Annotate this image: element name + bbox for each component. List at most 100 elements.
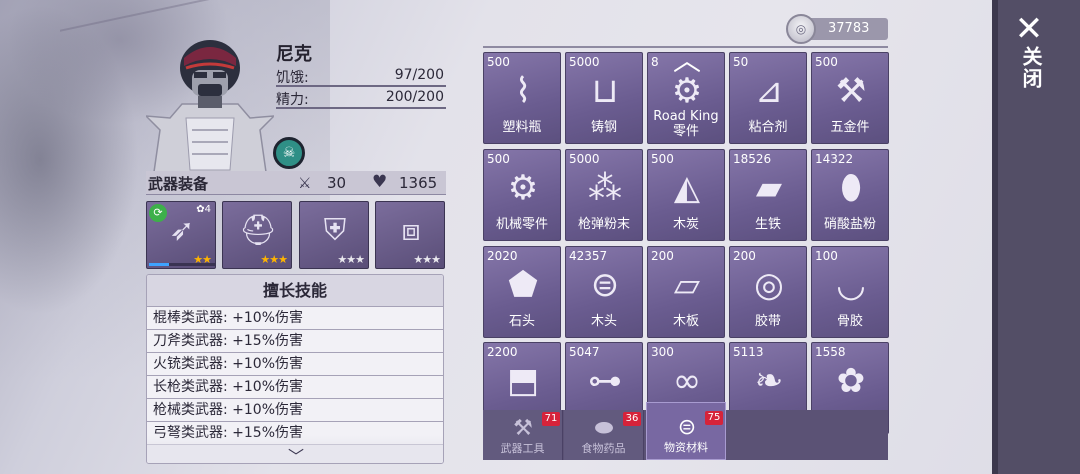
tab-count-badge: 36 (623, 412, 641, 426)
nitrate-powder-icon: ⬮ (840, 168, 862, 208)
tab-materials[interactable]: ⊜ 物资材料 75 (646, 402, 726, 460)
character-portrait (146, 40, 274, 172)
item-name: 五金件 (830, 120, 870, 135)
item-quantity: 1558 (815, 345, 846, 359)
durability-bar (149, 263, 215, 266)
inventory-item[interactable]: 5000 ⊔ 铸钢 (565, 52, 643, 144)
item-quantity: 500 (487, 152, 510, 166)
skills-panel[interactable]: 擅长技能 棍棒类武器: +10%伤害 刀斧类武器: +15%伤害 火铳类武器: … (146, 274, 444, 464)
close-icon[interactable]: ✕ (1014, 12, 1044, 46)
inventory-item[interactable]: 2020 ⬟ 石头 (483, 246, 561, 338)
inventory-item[interactable]: 200 ▱ 木板 (647, 246, 725, 338)
item-quantity: 200 (651, 249, 674, 263)
inventory-item[interactable]: 500 ⚙ 机械零件 (483, 149, 561, 241)
tape-icon: ◎ (754, 265, 784, 305)
item-name: 硝酸盐粉 (823, 217, 876, 232)
tab-label: 食物药品 (581, 442, 626, 455)
item-quantity: 5000 (569, 152, 600, 166)
herb-icon: ❧ (754, 361, 784, 401)
chevron-up-icon[interactable]: ︿ (667, 47, 707, 75)
currency-value: 37783 (828, 21, 870, 36)
slot-stars: ★★★ (413, 253, 441, 266)
hunger-stat: 饥饿: 97/200 (276, 65, 446, 87)
item-name: 木头 (590, 314, 617, 329)
item-name: 机械零件 (495, 217, 548, 232)
coin-icon: ◎ (786, 14, 816, 44)
item-quantity: 100 (815, 249, 838, 263)
inventory-item[interactable]: 500 ⌇ 塑料瓶 (483, 52, 561, 144)
item-quantity: 500 (487, 55, 510, 69)
item-name: 木炭 (672, 217, 699, 232)
materials-icon: ⊜ (677, 415, 697, 440)
inventory-item[interactable]: 50 ⊿ 粘合剂 (729, 52, 807, 144)
item-name: 木板 (672, 314, 699, 329)
close-panel-edge (992, 0, 998, 474)
equipment-slot-legs[interactable]: ⧈ ★★★ (375, 201, 445, 269)
hunger-label: 饥饿: (276, 70, 309, 86)
item-quantity: 300 (651, 345, 674, 359)
cast-steel-icon: ⊔ (591, 71, 619, 111)
inventory-item[interactable]: 14322 ⬮ 硝酸盐粉 (811, 149, 889, 241)
chest-armor-icon: ⛨ (323, 213, 347, 248)
hunger-value: 97/200 (394, 67, 444, 83)
item-quantity: 2020 (487, 249, 518, 263)
bow-icon: ➶ (169, 213, 195, 248)
item-quantity: 200 (733, 249, 756, 263)
tab-label: 武器工具 (500, 442, 545, 455)
bone-glue-icon: ◡ (836, 265, 866, 305)
gunpowder-icon: ⁂ (588, 168, 622, 208)
plastic-bottle-icon: ⌇ (514, 71, 532, 111)
leg-armor-icon: ⧈ (401, 213, 421, 248)
item-name: 胶带 (754, 314, 781, 329)
durability-fill (149, 263, 169, 266)
inventory-item[interactable]: 100 ◡ 骨胶 (811, 246, 889, 338)
item-name: 塑料瓶 (502, 120, 542, 135)
gear-parts-icon: ⚙ (507, 168, 539, 208)
equipment-slot-weapon[interactable]: ⟳ ✿4 ➶ ★★ (146, 201, 216, 269)
item-quantity: 50 (733, 55, 749, 69)
inventory-item[interactable]: 200 ◎ 胶带 (729, 246, 807, 338)
skill-row: 枪械类武器: +10%伤害 (147, 399, 443, 422)
food-medicine-icon: ⬬ (594, 416, 614, 441)
chevron-down-icon[interactable]: ﹀ (283, 443, 309, 463)
skill-row: 长枪类武器: +10%伤害 (147, 376, 443, 399)
skull-badge-icon[interactable]: ☠ (273, 137, 305, 169)
character-name: 尼克 (276, 44, 312, 65)
wood-plank-icon: ▱ (673, 265, 701, 305)
skill-row: 棍棒类武器: +10%伤害 (147, 307, 443, 330)
item-name: 骨胶 (836, 314, 863, 329)
inventory-item[interactable]: 42357 ⊜ 木头 (565, 246, 643, 338)
inventory-item[interactable]: 500 ◭ 木炭 (647, 149, 725, 241)
item-name: 粘合剂 (748, 120, 788, 135)
item-name: 生铁 (754, 217, 781, 232)
equipment-slot-chest[interactable]: ⛨ ★★★ (299, 201, 369, 269)
item-quantity: 14322 (815, 152, 854, 166)
tab-weapons-tools[interactable]: ⚒ 武器工具 71 (483, 410, 563, 460)
item-name: 枪弹粉末 (577, 217, 630, 232)
skill-row: 刀斧类武器: +15%伤害 (147, 330, 443, 353)
cloth-icon: ⬒ (506, 361, 540, 401)
item-quantity: 42357 (569, 249, 608, 263)
attack-value: 30 (327, 174, 347, 192)
inventory-item[interactable]: 18526 ▰ 生铁 (729, 149, 807, 241)
tab-count-badge: 71 (542, 412, 560, 426)
inventory-item[interactable]: 500 ⚒ 五金件 (811, 52, 889, 144)
wood-log-icon: ⊜ (590, 265, 620, 305)
health-value: 1365 (399, 174, 438, 192)
item-quantity: 8 (651, 55, 659, 69)
item-name: 铸钢 (590, 120, 617, 135)
pipe-icon: ⊶ (588, 361, 622, 401)
equipment-slot-helmet[interactable]: ⛑ ★★★ (222, 201, 292, 269)
tab-food-medicine[interactable]: ⬬ 食物药品 36 (564, 410, 644, 460)
item-name: Road King零件 (653, 109, 719, 139)
tab-count-badge: 75 (705, 411, 723, 425)
energy-label: 精力: (276, 92, 309, 108)
close-label[interactable]: 关闭 (1012, 46, 1046, 90)
inventory-item[interactable]: 5000 ⁂ 枪弹粉末 (565, 149, 643, 241)
sword-icon: ⚔ (298, 174, 312, 192)
close-panel[interactable]: ✕ 关闭 (992, 0, 1080, 474)
rope-icon: ∞ (672, 361, 702, 401)
item-quantity: 5047 (569, 345, 600, 359)
item-quantity: 2200 (487, 345, 518, 359)
energy-stat: 精力: 200/200 (276, 87, 446, 109)
